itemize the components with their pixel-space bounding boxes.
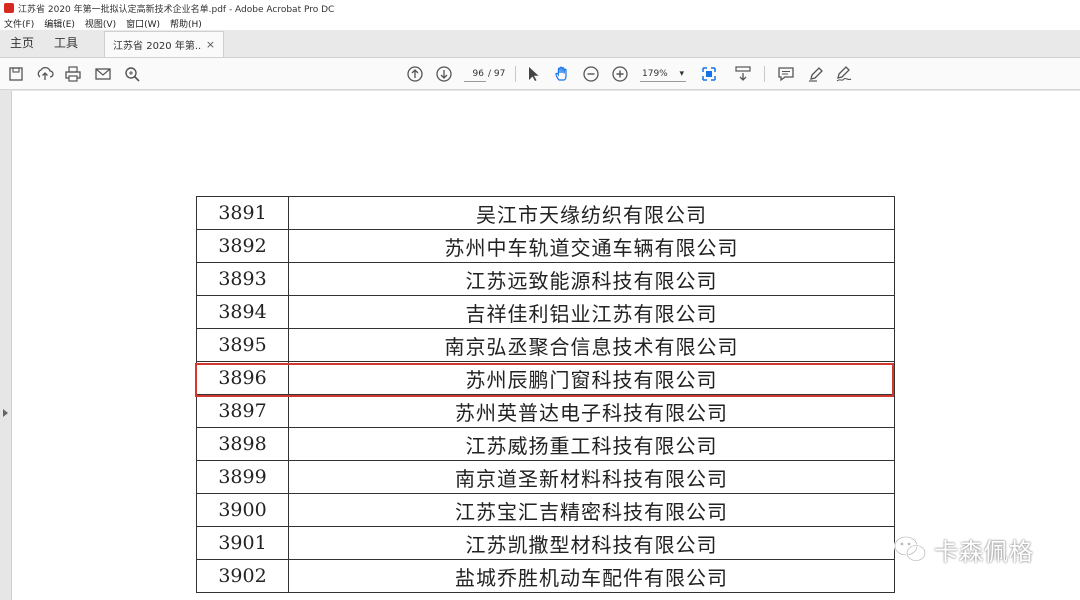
table-row: 3896 苏州辰鹏门窗科技有限公司	[197, 362, 895, 395]
table-row: 3893 江苏远致能源科技有限公司	[197, 263, 895, 296]
table-row: 3901 江苏凯撒型材科技有限公司	[197, 527, 895, 560]
row-number: 3892	[197, 230, 289, 262]
expand-panel-icon[interactable]	[3, 409, 8, 417]
menu-bar: 文件(F) 编辑(E) 视图(V) 窗口(W) 帮助(H)	[0, 16, 1080, 30]
comment-icon[interactable]	[776, 64, 796, 84]
print-icon[interactable]	[63, 64, 83, 84]
row-number: 3901	[197, 527, 289, 559]
close-icon[interactable]: ×	[206, 38, 215, 51]
company-name: 苏州辰鹏门窗科技有限公司	[289, 362, 895, 394]
pdf-page: 3891 吴江市天缘纺织有限公司 3892 苏州中车轨道交通车辆有限公司 3893 江苏远…	[12, 91, 1080, 600]
zoom-out-icon[interactable]	[581, 64, 601, 84]
company-name: 南京道圣新材料科技有限公司	[289, 461, 895, 493]
menu-window[interactable]: 窗口(W)	[126, 17, 160, 30]
hand-icon[interactable]	[552, 64, 572, 84]
chevron-down-icon: ▾	[679, 69, 684, 79]
tab-document[interactable]: 江苏省 2020 年第... ×	[104, 31, 225, 57]
mail-icon[interactable]	[93, 64, 113, 84]
company-name: 南京弘丞聚合信息技术有限公司	[289, 329, 895, 361]
acrobat-logo-icon	[4, 3, 14, 13]
toolbar: 96 / 97 179% ▾	[0, 58, 1080, 90]
wechat-icon	[893, 535, 927, 562]
company-name: 盐城乔胜机动车配件有限公司	[289, 560, 895, 592]
title-bar: 江苏省 2020 年第一批拟认定高新技术企业名单.pdf - Adobe Acr…	[0, 0, 1080, 16]
company-name: 苏州英普达电子科技有限公司	[289, 395, 895, 427]
table-row: 3894 吉祥佳利铝业江苏有限公司	[197, 296, 895, 329]
upload-icon[interactable]	[35, 64, 55, 84]
company-name: 吉祥佳利铝业江苏有限公司	[289, 296, 895, 328]
company-name: 吴江市天缘纺织有限公司	[289, 197, 895, 229]
row-number: 3898	[197, 428, 289, 460]
page-number-input[interactable]: 96	[464, 66, 486, 82]
row-number: 3899	[197, 461, 289, 493]
table-row: 3902 盐城乔胜机动车配件有限公司	[197, 560, 895, 593]
row-number: 3891	[197, 197, 289, 229]
document-viewport[interactable]: 3891 吴江市天缘纺织有限公司 3892 苏州中车轨道交通车辆有限公司 3893 江苏远…	[0, 91, 1080, 600]
table-row: 3892 苏州中车轨道交通车辆有限公司	[197, 230, 895, 263]
row-number: 3897	[197, 395, 289, 427]
row-number: 3895	[197, 329, 289, 361]
table-row: 3897 苏州英普达电子科技有限公司	[197, 395, 895, 428]
tab-tools[interactable]: 工具	[44, 29, 88, 57]
company-table: 3891 吴江市天缘纺织有限公司 3892 苏州中车轨道交通车辆有限公司 3893 江苏远…	[196, 196, 895, 593]
highlight-pen-icon[interactable]	[806, 64, 826, 84]
table-row: 3900 江苏宝汇吉精密科技有限公司	[197, 494, 895, 527]
zoom-level-value: 179%	[642, 69, 668, 79]
page-total: / 97	[488, 69, 506, 79]
tab-bar: 主页 工具 江苏省 2020 年第... ×	[0, 30, 1080, 58]
menu-edit[interactable]: 编辑(E)	[44, 17, 75, 30]
scroll-mode-icon[interactable]	[733, 64, 753, 84]
page-down-icon[interactable]	[434, 64, 454, 84]
zoom-level-select[interactable]: 179% ▾	[640, 66, 686, 82]
row-number: 3894	[197, 296, 289, 328]
page-up-icon[interactable]	[405, 64, 425, 84]
table-row: 3898 江苏威扬重工科技有限公司	[197, 428, 895, 461]
menu-help[interactable]: 帮助(H)	[170, 17, 202, 30]
watermark-text: 卡森佩格	[934, 537, 1034, 566]
select-cursor-icon[interactable]	[523, 64, 543, 84]
company-name: 江苏远致能源科技有限公司	[289, 263, 895, 295]
company-name: 苏州中车轨道交通车辆有限公司	[289, 230, 895, 262]
company-name: 江苏宝汇吉精密科技有限公司	[289, 494, 895, 526]
menu-view[interactable]: 视图(V)	[85, 17, 116, 30]
window-title: 江苏省 2020 年第一批拟认定高新技术企业名单.pdf - Adobe Acr…	[18, 4, 335, 15]
zoom-in-icon[interactable]	[610, 64, 630, 84]
row-number: 3900	[197, 494, 289, 526]
row-number: 3893	[197, 263, 289, 295]
sign-icon[interactable]	[834, 64, 854, 84]
company-name: 江苏威扬重工科技有限公司	[289, 428, 895, 460]
menu-file[interactable]: 文件(F)	[4, 17, 34, 30]
tab-home[interactable]: 主页	[0, 29, 44, 57]
search-icon[interactable]	[122, 64, 142, 84]
table-row: 3891 吴江市天缘纺织有限公司	[197, 197, 895, 230]
row-number: 3896	[197, 362, 289, 394]
company-name: 江苏凯撒型材科技有限公司	[289, 527, 895, 559]
toolbar-separator	[515, 66, 516, 82]
table-row: 3899 南京道圣新材料科技有限公司	[197, 461, 895, 494]
watermark: 卡森佩格	[892, 533, 1034, 566]
left-panel-rail[interactable]	[0, 91, 12, 600]
save-icon[interactable]	[6, 64, 26, 84]
tab-document-label: 江苏省 2020 年第...	[113, 41, 202, 52]
fit-page-icon[interactable]	[699, 64, 719, 84]
row-number: 3902	[197, 560, 289, 592]
toolbar-separator-2	[764, 66, 765, 82]
table-row: 3895 南京弘丞聚合信息技术有限公司	[197, 329, 895, 362]
